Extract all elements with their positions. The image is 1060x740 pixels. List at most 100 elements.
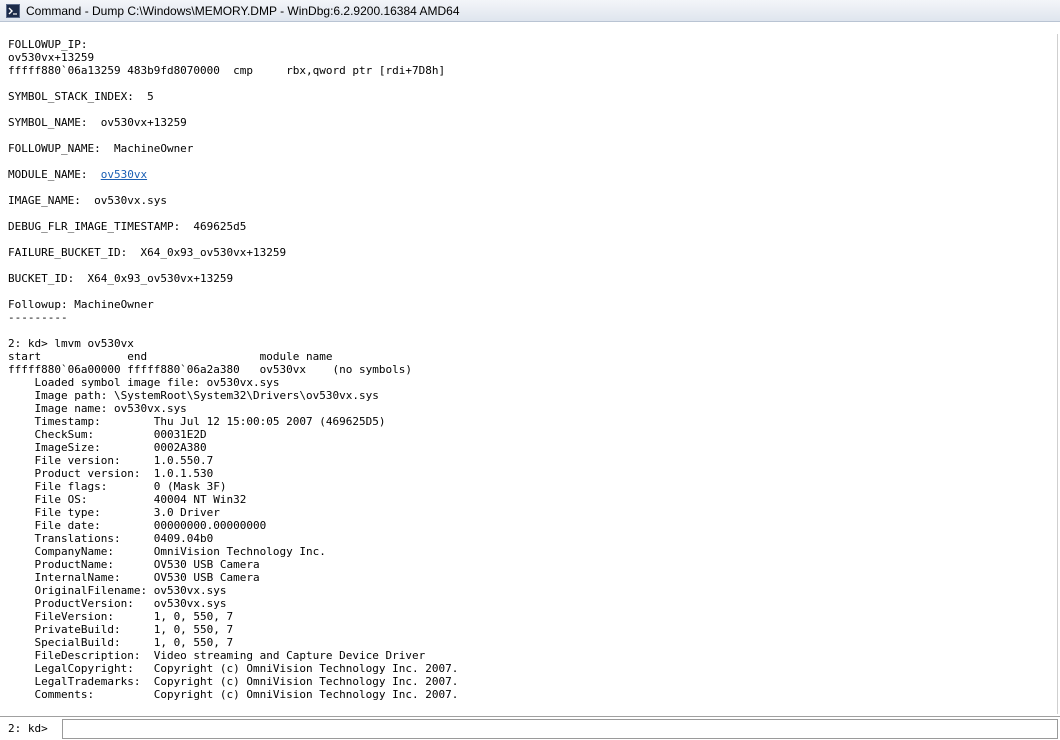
output-line: FOLLOWUP_IP: bbox=[8, 38, 1057, 51]
output-line: Image path: \SystemRoot\System32\Drivers… bbox=[8, 389, 1057, 402]
output-line-text: --------- bbox=[8, 311, 68, 324]
output-line: start end module name bbox=[8, 350, 1057, 363]
command-input[interactable] bbox=[62, 718, 1058, 739]
output-line-text: 2: kd> lmvm ov530vx bbox=[8, 337, 134, 350]
output-line-text: PrivateBuild: 1, 0, 550, 7 bbox=[8, 623, 234, 636]
output-text: FOLLOWUP_IP: ov530vx+13259 fffff880`06a132… bbox=[0, 34, 1057, 701]
output-line-text: Translations: 0409.04b0 bbox=[8, 532, 214, 545]
output-line: 2: kd> lmvm ov530vx bbox=[8, 337, 1057, 350]
output-line: InternalName: OV530 USB Camera bbox=[8, 571, 1057, 584]
output-line-text: FOLLOWUP_IP: bbox=[8, 38, 88, 51]
output-line-text: start end module name bbox=[8, 350, 333, 363]
console-icon bbox=[6, 3, 20, 18]
output-line: FileDescription: Video streaming and Cap… bbox=[8, 649, 1057, 662]
output-line: OriginalFilename: ov530vx.sys bbox=[8, 584, 1057, 597]
output-line-text: ProductVersion: ov530vx.sys bbox=[8, 597, 227, 610]
output-line: Translations: 0409.04b0 bbox=[8, 532, 1057, 545]
output-line: Timestamp: Thu Jul 12 15:00:05 2007 (469… bbox=[8, 415, 1057, 428]
output-line-text: LegalCopyright: Copyright (c) OmniVision… bbox=[8, 662, 459, 675]
output-line: SpecialBuild: 1, 0, 550, 7 bbox=[8, 636, 1057, 649]
command-output-pane[interactable]: FOLLOWUP_IP: ov530vx+13259 fffff880`06a132… bbox=[0, 34, 1058, 714]
output-line: --------- bbox=[8, 311, 1057, 324]
output-line: File version: 1.0.550.7 bbox=[8, 454, 1057, 467]
output-line: File OS: 40004 NT Win32 bbox=[8, 493, 1057, 506]
output-line: LegalTrademarks: Copyright (c) OmniVisio… bbox=[8, 675, 1057, 688]
output-line: DEBUG_FLR_IMAGE_TIMESTAMP: 469625d5 bbox=[8, 220, 1057, 233]
output-line: ImageSize: 0002A380 bbox=[8, 441, 1057, 454]
output-line-text: Image name: ov530vx.sys bbox=[8, 402, 187, 415]
output-line-text: ProductName: OV530 USB Camera bbox=[8, 558, 260, 571]
output-line-text: FAILURE_BUCKET_ID: X64_0x93_ov530vx+1325… bbox=[8, 246, 287, 259]
output-line-text: FileVersion: 1, 0, 550, 7 bbox=[8, 610, 234, 623]
output-line-text: Product version: 1.0.1.530 bbox=[8, 467, 214, 480]
output-line: ov530vx+13259 bbox=[8, 51, 1057, 64]
window-title: Command - Dump C:\Windows\MEMORY.DMP - W… bbox=[26, 3, 460, 18]
output-line: Loaded symbol image file: ov530vx.sys bbox=[8, 376, 1057, 389]
output-line: File flags: 0 (Mask 3F) bbox=[8, 480, 1057, 493]
output-line: fffff880`06a00000 fffff880`06a2a380 ov53… bbox=[8, 363, 1057, 376]
output-line-text: Image path: \SystemRoot\System32\Drivers… bbox=[8, 389, 379, 402]
output-line: Product version: 1.0.1.530 bbox=[8, 467, 1057, 480]
output-line-text: Timestamp: Thu Jul 12 15:00:05 2007 (469… bbox=[8, 415, 386, 428]
output-line: FAILURE_BUCKET_ID: X64_0x93_ov530vx+1325… bbox=[8, 246, 1057, 259]
output-line: Followup: MachineOwner bbox=[8, 298, 1057, 311]
output-line-text: SYMBOL_STACK_INDEX: 5 bbox=[8, 90, 154, 103]
output-line: Image name: ov530vx.sys bbox=[8, 402, 1057, 415]
module-name-link[interactable]: ov530vx bbox=[101, 168, 147, 181]
output-line: CompanyName: OmniVision Technology Inc. bbox=[8, 545, 1057, 558]
command-bar: 2: kd> bbox=[0, 716, 1060, 740]
output-line-text: SYMBOL_NAME: ov530vx+13259 bbox=[8, 116, 187, 129]
output-line: FileVersion: 1, 0, 550, 7 bbox=[8, 610, 1057, 623]
output-line-text: Comments: Copyright (c) OmniVision Techn… bbox=[8, 688, 459, 701]
command-prompt: 2: kd> bbox=[8, 722, 48, 735]
output-line-text: File date: 00000000.00000000 bbox=[8, 519, 267, 532]
output-line: File type: 3.0 Driver bbox=[8, 506, 1057, 519]
output-line-text: IMAGE_NAME: ov530vx.sys bbox=[8, 194, 167, 207]
output-line: MODULE_NAME: ov530vx bbox=[8, 168, 1057, 181]
output-line-text: InternalName: OV530 USB Camera bbox=[8, 571, 260, 584]
output-line: FOLLOWUP_NAME: MachineOwner bbox=[8, 142, 1057, 155]
output-line-text: File flags: 0 (Mask 3F) bbox=[8, 480, 227, 493]
output-line-text: File version: 1.0.550.7 bbox=[8, 454, 214, 467]
output-line: ProductName: OV530 USB Camera bbox=[8, 558, 1057, 571]
output-line-text: FOLLOWUP_NAME: MachineOwner bbox=[8, 142, 194, 155]
title-separator bbox=[0, 22, 1060, 34]
output-line: LegalCopyright: Copyright (c) OmniVision… bbox=[8, 662, 1057, 675]
output-line: SYMBOL_NAME: ov530vx+13259 bbox=[8, 116, 1057, 129]
title-bar[interactable]: Command - Dump C:\Windows\MEMORY.DMP - W… bbox=[0, 0, 1060, 22]
output-line-text: MODULE_NAME: bbox=[8, 168, 101, 181]
output-line-text: Followup: MachineOwner bbox=[8, 298, 154, 311]
output-line: CheckSum: 00031E2D bbox=[8, 428, 1057, 441]
output-line: SYMBOL_STACK_INDEX: 5 bbox=[8, 90, 1057, 103]
output-line: PrivateBuild: 1, 0, 550, 7 bbox=[8, 623, 1057, 636]
output-line-text: fffff880`06a13259 483b9fd8070000 cmp rbx… bbox=[8, 64, 446, 77]
output-line: BUCKET_ID: X64_0x93_ov530vx+13259 bbox=[8, 272, 1057, 285]
output-line-text: CheckSum: 00031E2D bbox=[8, 428, 207, 441]
output-line-text: DEBUG_FLR_IMAGE_TIMESTAMP: 469625d5 bbox=[8, 220, 247, 233]
output-line-text: File type: 3.0 Driver bbox=[8, 506, 220, 519]
output-line-text: fffff880`06a00000 fffff880`06a2a380 ov53… bbox=[8, 363, 412, 376]
output-line-text: File OS: 40004 NT Win32 bbox=[8, 493, 247, 506]
output-line: IMAGE_NAME: ov530vx.sys bbox=[8, 194, 1057, 207]
output-line-text: FileDescription: Video streaming and Cap… bbox=[8, 649, 426, 662]
output-line-text: LegalTrademarks: Copyright (c) OmniVisio… bbox=[8, 675, 459, 688]
output-line-text: Loaded symbol image file: ov530vx.sys bbox=[8, 376, 280, 389]
output-line: Comments: Copyright (c) OmniVision Techn… bbox=[8, 688, 1057, 701]
output-line-text: OriginalFilename: ov530vx.sys bbox=[8, 584, 227, 597]
output-line-text: SpecialBuild: 1, 0, 550, 7 bbox=[8, 636, 234, 649]
output-line: File date: 00000000.00000000 bbox=[8, 519, 1057, 532]
output-line-text: CompanyName: OmniVision Technology Inc. bbox=[8, 545, 326, 558]
windbg-command-window: Command - Dump C:\Windows\MEMORY.DMP - W… bbox=[0, 0, 1060, 740]
output-line-text: ov530vx+13259 bbox=[8, 51, 95, 64]
output-line: fffff880`06a13259 483b9fd8070000 cmp rbx… bbox=[8, 64, 1057, 77]
output-line-text: ImageSize: 0002A380 bbox=[8, 441, 207, 454]
